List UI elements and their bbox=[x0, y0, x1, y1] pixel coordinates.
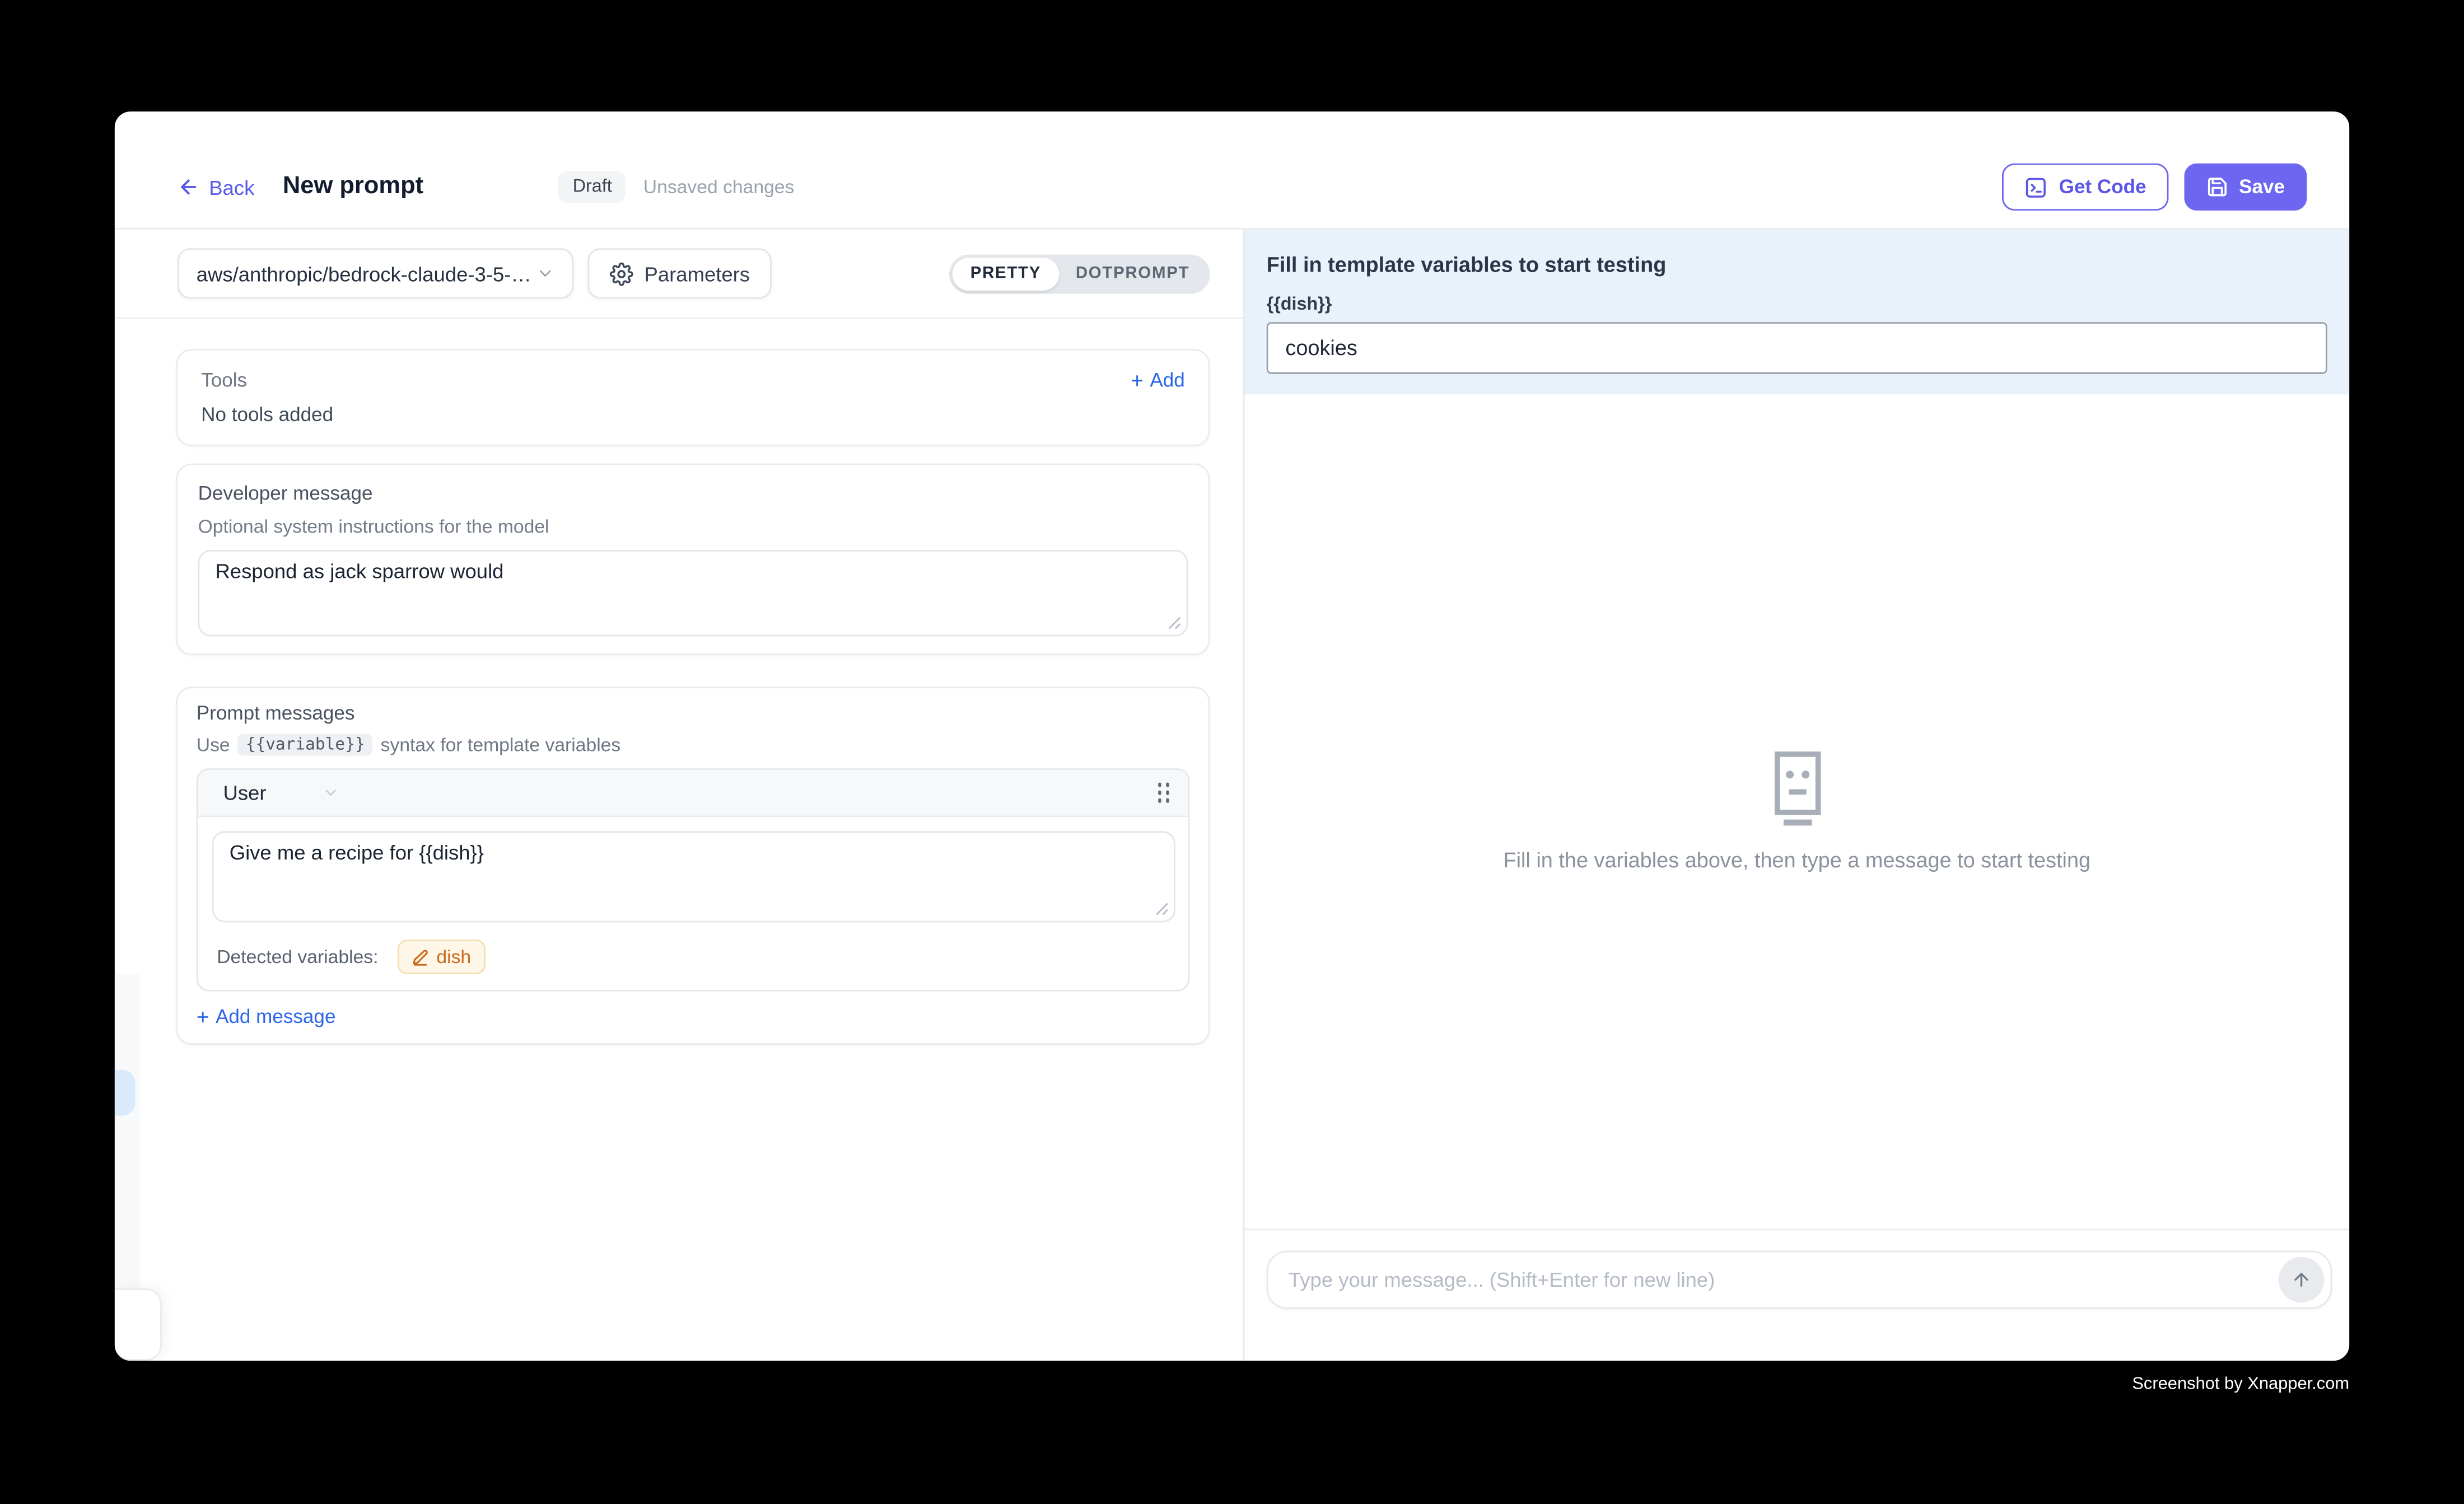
variable-key-label: {{dish}} bbox=[1267, 296, 2327, 315]
variable-syntax-hint: Use {{variable}} syntax for template var… bbox=[197, 734, 1189, 755]
main-body: aws/anthropic/bedrock-claude-3-5-s... Pa… bbox=[115, 230, 2349, 1361]
save-icon bbox=[2206, 176, 2228, 198]
model-select-value: aws/anthropic/bedrock-claude-3-5-s... bbox=[197, 261, 536, 285]
background-sidebar-rail bbox=[115, 974, 140, 1292]
get-code-button[interactable]: Get Code bbox=[2003, 164, 2168, 211]
variable-badge-label: dish bbox=[436, 946, 471, 968]
toggle-option-dotprompt[interactable]: DOTPROMPT bbox=[1058, 257, 1207, 290]
background-sidebar-selected-item bbox=[115, 1070, 135, 1115]
plus-icon: + bbox=[197, 1006, 209, 1027]
parameters-button[interactable]: Parameters bbox=[587, 248, 772, 298]
model-select[interactable]: aws/anthropic/bedrock-claude-3-5-s... bbox=[178, 248, 573, 298]
detected-variables-label: Detected variables: bbox=[217, 946, 378, 968]
developer-message-textarea[interactable]: Respond as jack sparrow would bbox=[198, 550, 1188, 636]
developer-message-subtitle: Optional system instructions for the mod… bbox=[198, 515, 1188, 537]
variable-value-input[interactable] bbox=[1267, 322, 2327, 374]
developer-message-title: Developer message bbox=[198, 482, 1188, 504]
editor-pane: aws/anthropic/bedrock-claude-3-5-s... Pa… bbox=[115, 230, 1245, 1361]
page-title: New prompt bbox=[283, 173, 423, 202]
view-mode-toggle: PRETTY DOTPROMPT bbox=[950, 254, 1210, 293]
chevron-down-icon bbox=[536, 264, 555, 283]
back-label: Back bbox=[209, 175, 254, 199]
role-select[interactable]: User bbox=[223, 781, 340, 805]
pencil-icon bbox=[411, 948, 428, 965]
empty-state-text: Fill in the variables above, then type a… bbox=[1503, 848, 2090, 872]
background-sidebar-card bbox=[115, 1288, 162, 1361]
prompt-messages-card: Prompt messages Use {{variable}} syntax … bbox=[176, 686, 1210, 1045]
message-item: User G bbox=[197, 768, 1189, 991]
save-button[interactable]: Save bbox=[2184, 164, 2307, 211]
detected-variables-row: Detected variables: dish bbox=[198, 922, 1188, 990]
add-message-label: Add message bbox=[216, 1006, 335, 1027]
plus-icon: + bbox=[1131, 369, 1144, 391]
chat-empty-state: Fill in the variables above, then type a… bbox=[1244, 394, 2349, 1229]
gear-icon bbox=[610, 261, 633, 285]
tools-title: Tools bbox=[201, 369, 247, 391]
tools-card: Tools + Add No tools added bbox=[176, 349, 1210, 446]
hint-prefix: Use bbox=[197, 734, 230, 755]
test-pane: Fill in template variables to start test… bbox=[1244, 230, 2349, 1361]
prompt-messages-title: Prompt messages bbox=[197, 702, 1189, 724]
save-label: Save bbox=[2239, 176, 2285, 198]
variable-code-chip: {{variable}} bbox=[238, 734, 373, 755]
page-header: Back New prompt Draft Unsaved changes Ge… bbox=[115, 111, 2349, 229]
back-button[interactable]: Back bbox=[178, 175, 254, 199]
variables-panel-title: Fill in template variables to start test… bbox=[1267, 253, 2327, 277]
add-message-button[interactable]: + Add message bbox=[197, 1006, 1189, 1027]
chevron-down-icon bbox=[323, 784, 340, 801]
resize-handle-icon[interactable] bbox=[1155, 902, 1169, 916]
arrow-up-icon bbox=[2291, 1269, 2311, 1290]
send-button[interactable] bbox=[2279, 1257, 2324, 1302]
tools-empty-text: No tools added bbox=[201, 404, 1185, 426]
variable-badge-dish[interactable]: dish bbox=[397, 940, 485, 974]
chat-message-input[interactable]: Type your message... (Shift+Enter for ne… bbox=[1267, 1251, 2332, 1309]
toggle-option-pretty[interactable]: PRETTY bbox=[953, 257, 1058, 290]
message-textarea[interactable]: Give me a recipe for {{dish}} bbox=[212, 831, 1175, 922]
hint-suffix: syntax for template variables bbox=[381, 734, 621, 755]
chat-footer: Type your message... (Shift+Enter for ne… bbox=[1244, 1229, 2349, 1361]
header-actions: Get Code Save bbox=[2003, 164, 2307, 211]
screenshot-stage: Back New prompt Draft Unsaved changes Ge… bbox=[0, 0, 2464, 1503]
status-badge: Draft bbox=[558, 171, 626, 203]
chat-input-placeholder: Type your message... (Shift+Enter for ne… bbox=[1289, 1268, 2279, 1292]
robot-face-icon bbox=[1766, 751, 1828, 826]
drag-handle-icon[interactable] bbox=[1158, 783, 1169, 802]
message-header: User bbox=[198, 770, 1188, 817]
resize-handle-icon[interactable] bbox=[1168, 616, 1182, 630]
role-value: User bbox=[223, 781, 266, 805]
developer-message-card: Developer message Optional system instru… bbox=[176, 464, 1210, 655]
add-tool-label: Add bbox=[1150, 369, 1184, 391]
watermark-text: Screenshot by Xnapper.com bbox=[2132, 1375, 2349, 1394]
unsaved-changes-text: Unsaved changes bbox=[643, 176, 795, 198]
editor-toolbar: aws/anthropic/bedrock-claude-3-5-s... Pa… bbox=[115, 230, 1243, 319]
template-variables-panel: Fill in template variables to start test… bbox=[1244, 230, 2349, 395]
editor-content: Tools + Add No tools added Developer mes… bbox=[115, 319, 1243, 1077]
app-window: Back New prompt Draft Unsaved changes Ge… bbox=[115, 111, 2349, 1361]
terminal-icon bbox=[2024, 175, 2048, 199]
add-tool-button[interactable]: + Add bbox=[1131, 369, 1185, 391]
arrow-left-icon bbox=[178, 176, 199, 198]
parameters-label: Parameters bbox=[645, 261, 750, 285]
get-code-label: Get Code bbox=[2059, 176, 2146, 198]
